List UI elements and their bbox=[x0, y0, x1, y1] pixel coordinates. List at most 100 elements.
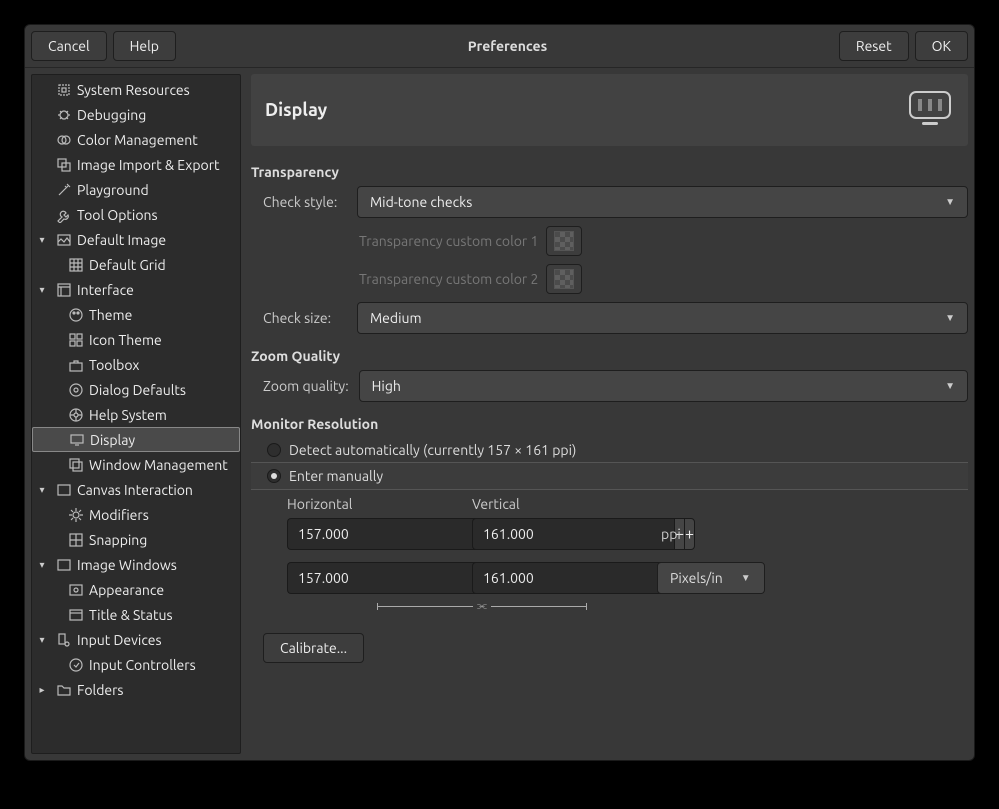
tree-item-dialog-defaults[interactable]: Dialog Defaults bbox=[32, 377, 240, 402]
wrench-icon bbox=[56, 207, 72, 223]
vertical-res-input[interactable] bbox=[472, 518, 674, 550]
expander-none bbox=[36, 134, 48, 146]
tree-item-theme[interactable]: Theme bbox=[32, 302, 240, 327]
tree-item-debugging[interactable]: Debugging bbox=[32, 102, 240, 127]
bug-icon bbox=[56, 107, 72, 123]
tree-item-title-status[interactable]: Title & Status bbox=[32, 602, 240, 627]
tree-label: Icon Theme bbox=[89, 332, 162, 348]
tree-label: Image Windows bbox=[77, 557, 177, 573]
tree-label: Input Devices bbox=[77, 632, 162, 648]
custom-color-1-button[interactable] bbox=[546, 226, 582, 256]
vertical-res-spinbox: − + bbox=[472, 518, 647, 550]
tree-label: Playground bbox=[77, 182, 149, 198]
expander-none bbox=[36, 184, 48, 196]
expander-open-icon[interactable]: ▾ bbox=[36, 234, 48, 246]
tree-item-window-management[interactable]: Window Management bbox=[32, 452, 240, 477]
palette-icon bbox=[68, 307, 84, 323]
tree-label: Tool Options bbox=[77, 207, 158, 223]
tree-item-input-controllers[interactable]: Input Controllers bbox=[32, 652, 240, 677]
preferences-dialog: Cancel Help Preferences Reset OK System … bbox=[24, 24, 975, 761]
tree-item-help-system[interactable]: Help System bbox=[32, 402, 240, 427]
detect-auto-label: Detect automatically (currently 157 × 16… bbox=[289, 442, 576, 458]
expander-none bbox=[36, 84, 48, 96]
increment-button[interactable]: + bbox=[684, 518, 695, 550]
vertical-res-spinbox-2: − + bbox=[472, 562, 647, 594]
expander-open-icon[interactable]: ▾ bbox=[36, 484, 48, 496]
horizontal-res-input-2[interactable] bbox=[287, 562, 489, 594]
expander-none bbox=[36, 209, 48, 221]
tree-item-image-windows[interactable]: ▾ Image Windows bbox=[32, 552, 240, 577]
zoom-quality-label: Zoom quality: bbox=[251, 378, 349, 394]
horizontal-res-input[interactable] bbox=[287, 518, 489, 550]
tree-label: Debugging bbox=[77, 107, 146, 123]
tree-item-default-image[interactable]: ▾Default Image bbox=[32, 227, 240, 252]
calibrate-button[interactable]: Calibrate... bbox=[263, 633, 364, 663]
tree-label: Interface bbox=[77, 282, 134, 298]
tree-label: Appearance bbox=[89, 582, 164, 598]
tree-item-appearance[interactable]: Appearance bbox=[32, 577, 240, 602]
tree-item-tool-options[interactable]: Tool Options bbox=[32, 202, 240, 227]
ok-button[interactable]: OK bbox=[915, 31, 968, 61]
image-icon bbox=[56, 232, 72, 248]
check-style-row: Check style: Mid-tone checks ▼ bbox=[251, 186, 968, 218]
tree-item-default-grid[interactable]: Default Grid bbox=[32, 252, 240, 277]
display-icon bbox=[906, 88, 954, 132]
tree-item-snapping[interactable]: Snapping bbox=[32, 527, 240, 552]
tree-item-folders[interactable]: ▸Folders bbox=[32, 677, 240, 702]
custom-color-1-row: Transparency custom color 1 bbox=[251, 226, 968, 256]
unit-ppi-label: ppi bbox=[661, 526, 681, 542]
link-indicator[interactable]: ⫘ bbox=[287, 600, 677, 613]
reset-button[interactable]: Reset bbox=[839, 31, 909, 61]
tree-label: Input Controllers bbox=[89, 657, 196, 673]
chevron-down-icon: ▼ bbox=[741, 572, 751, 584]
preferences-page: Display Transparency Check style: Mid-t bbox=[251, 74, 968, 754]
custom-color-2-button[interactable] bbox=[546, 264, 582, 294]
check-size-dropdown[interactable]: Medium ▼ bbox=[357, 302, 968, 334]
appear-icon bbox=[68, 582, 84, 598]
life-icon bbox=[68, 407, 84, 423]
tree-label: Snapping bbox=[89, 532, 147, 548]
zoom-quality-row: Zoom quality: High ▼ bbox=[251, 370, 968, 402]
expander-open-icon[interactable]: ▾ bbox=[36, 284, 48, 296]
expander-closed-icon[interactable]: ▸ bbox=[36, 684, 48, 696]
snap-icon bbox=[68, 532, 84, 548]
ctrl-icon bbox=[68, 657, 84, 673]
page-header: Display bbox=[251, 74, 968, 146]
tree-item-toolbox[interactable]: Toolbox bbox=[32, 352, 240, 377]
cancel-button[interactable]: Cancel bbox=[31, 31, 107, 61]
tree-item-icon-theme[interactable]: Icon Theme bbox=[32, 327, 240, 352]
tree-item-system-resources[interactable]: System Resources bbox=[32, 77, 240, 102]
check-style-value: Mid-tone checks bbox=[370, 194, 945, 210]
unit-dropdown[interactable]: Pixels/in ▼ bbox=[657, 562, 765, 594]
resolution-row-2: − + − + Pixels/in ▼ bbox=[287, 562, 968, 594]
help-button[interactable]: Help bbox=[113, 31, 176, 61]
tree-item-interface[interactable]: ▾ Interface bbox=[32, 277, 240, 302]
expander-open-icon[interactable]: ▾ bbox=[36, 559, 48, 571]
tree-label: Title & Status bbox=[89, 607, 173, 623]
tree-label: Modifiers bbox=[89, 507, 149, 523]
enter-manually-radio-row[interactable]: Enter manually bbox=[251, 462, 968, 490]
overlap-icon bbox=[56, 132, 72, 148]
detect-auto-radio-row[interactable]: Detect automatically (currently 157 × 16… bbox=[251, 438, 968, 462]
tree-label: Color Management bbox=[77, 132, 198, 148]
monitor-resolution-heading: Monitor Resolution bbox=[251, 416, 968, 432]
tree-item-playground[interactable]: Playground bbox=[32, 177, 240, 202]
horizontal-res-spinbox-2: − + bbox=[287, 562, 462, 594]
preferences-tree[interactable]: System Resources Debugging Color Managemen… bbox=[31, 74, 241, 754]
tree-item-image-import-export[interactable]: Image Import & Export bbox=[32, 152, 240, 177]
tree-item-modifiers[interactable]: Modifiers bbox=[32, 502, 240, 527]
devices-icon bbox=[56, 632, 72, 648]
tree-item-display[interactable]: Display bbox=[32, 427, 240, 452]
zoom-quality-dropdown[interactable]: High ▼ bbox=[359, 370, 968, 402]
horizontal-res-spinbox: − + bbox=[287, 518, 462, 550]
check-style-dropdown[interactable]: Mid-tone checks ▼ bbox=[357, 186, 968, 218]
tree-item-canvas-interaction[interactable]: ▾Canvas Interaction bbox=[32, 477, 240, 502]
horizontal-label: Horizontal bbox=[287, 496, 462, 512]
title-icon bbox=[68, 607, 84, 623]
check-size-row: Check size: Medium ▼ bbox=[251, 302, 968, 334]
canvas-icon bbox=[56, 482, 72, 498]
tree-item-color-management[interactable]: Color Management bbox=[32, 127, 240, 152]
expander-open-icon[interactable]: ▾ bbox=[36, 634, 48, 646]
tree-item-input-devices[interactable]: ▾ Input Devices bbox=[32, 627, 240, 652]
vertical-res-input-2[interactable] bbox=[472, 562, 674, 594]
